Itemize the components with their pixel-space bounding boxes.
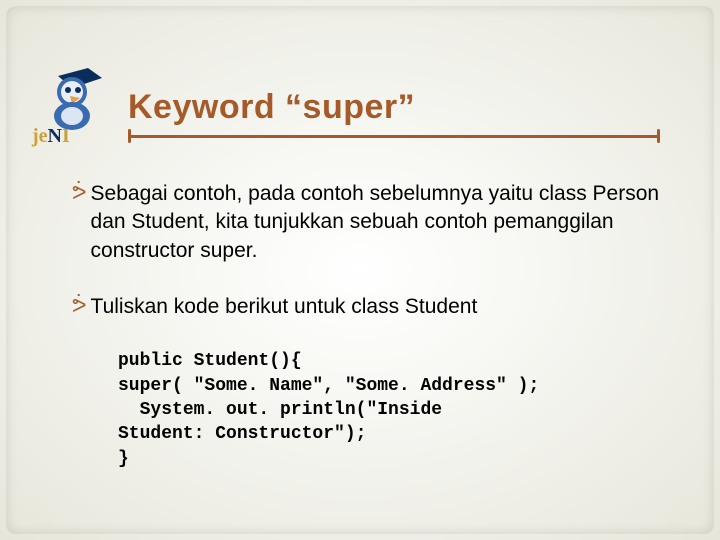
slide-content: ᕘ Sebagai contoh, pada contoh sebelumnya… (72, 180, 660, 471)
title-underline (128, 133, 660, 139)
bullet-item: ᕘ Sebagai contoh, pada contoh sebelumnya… (72, 180, 660, 265)
bullet-item: ᕘ Tuliskan kode berikut untuk class Stud… (72, 293, 660, 321)
bullet-glyph-icon: ᕘ (72, 293, 87, 320)
bullet-text: Sebagai contoh, pada contoh sebelumnya y… (91, 180, 660, 265)
title-area: Keyword “super” (128, 88, 660, 139)
code-block: public Student(){ super( "Some. Name", "… (118, 349, 660, 470)
jeni-logo: jeNI (28, 58, 118, 148)
slide-title: Keyword “super” (128, 88, 660, 127)
svg-text:jeNI: jeNI (31, 125, 70, 147)
bullet-text: Tuliskan kode berikut untuk class Studen… (91, 293, 478, 321)
bullet-glyph-icon: ᕘ (72, 180, 87, 207)
